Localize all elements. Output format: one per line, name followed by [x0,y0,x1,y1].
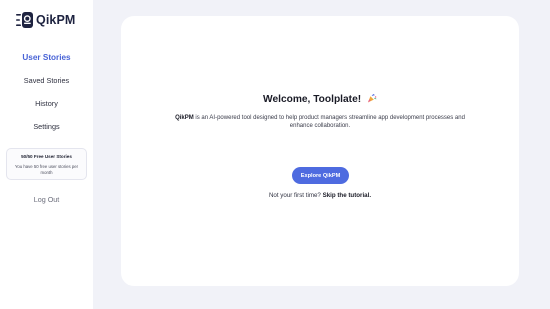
tutorial-prompt: Not your first time? Skip the tutorial. [121,192,519,199]
sidebar-nav: User Stories Saved Stories History Setti… [0,50,93,142]
logout-button[interactable]: Log Out [0,195,93,204]
credits-title: 50/50 Free User Stories [21,154,72,159]
app-logo[interactable]: QikPM [16,12,75,28]
first-time-text: Not your first time? [268,192,323,199]
free-credits-card: 50/50 Free User Stories You have 50 free… [6,148,87,180]
sidebar-item-settings[interactable]: Settings [0,119,93,142]
sidebar: QikPM User Stories Saved Stories History… [0,0,93,309]
sidebar-item-user-stories[interactable]: User Stories [0,50,93,73]
app-name: QikPM [36,13,76,27]
welcome-text: Welcome, Toolplate! [263,94,362,105]
welcome-card: Welcome, Toolplate! QikPM is an AI-power… [121,16,519,286]
explore-qikpm-button[interactable]: Explore QikPM [292,167,349,184]
qikpm-logo-icon [16,12,33,28]
sidebar-item-saved-stories[interactable]: Saved Stories [0,73,93,96]
welcome-heading: Welcome, Toolplate! [121,93,519,105]
sidebar-item-history[interactable]: History [0,96,93,119]
description-brand: QikPM [175,115,194,121]
credits-description: You have 50 free user stories per month [14,164,79,175]
party-popper-icon [367,94,377,103]
skip-tutorial-link[interactable]: Skip the tutorial. [323,192,371,199]
welcome-description: QikPM is an AI-powered tool designed to … [165,114,475,130]
description-text: is an AI-powered tool designed to help p… [193,115,465,129]
